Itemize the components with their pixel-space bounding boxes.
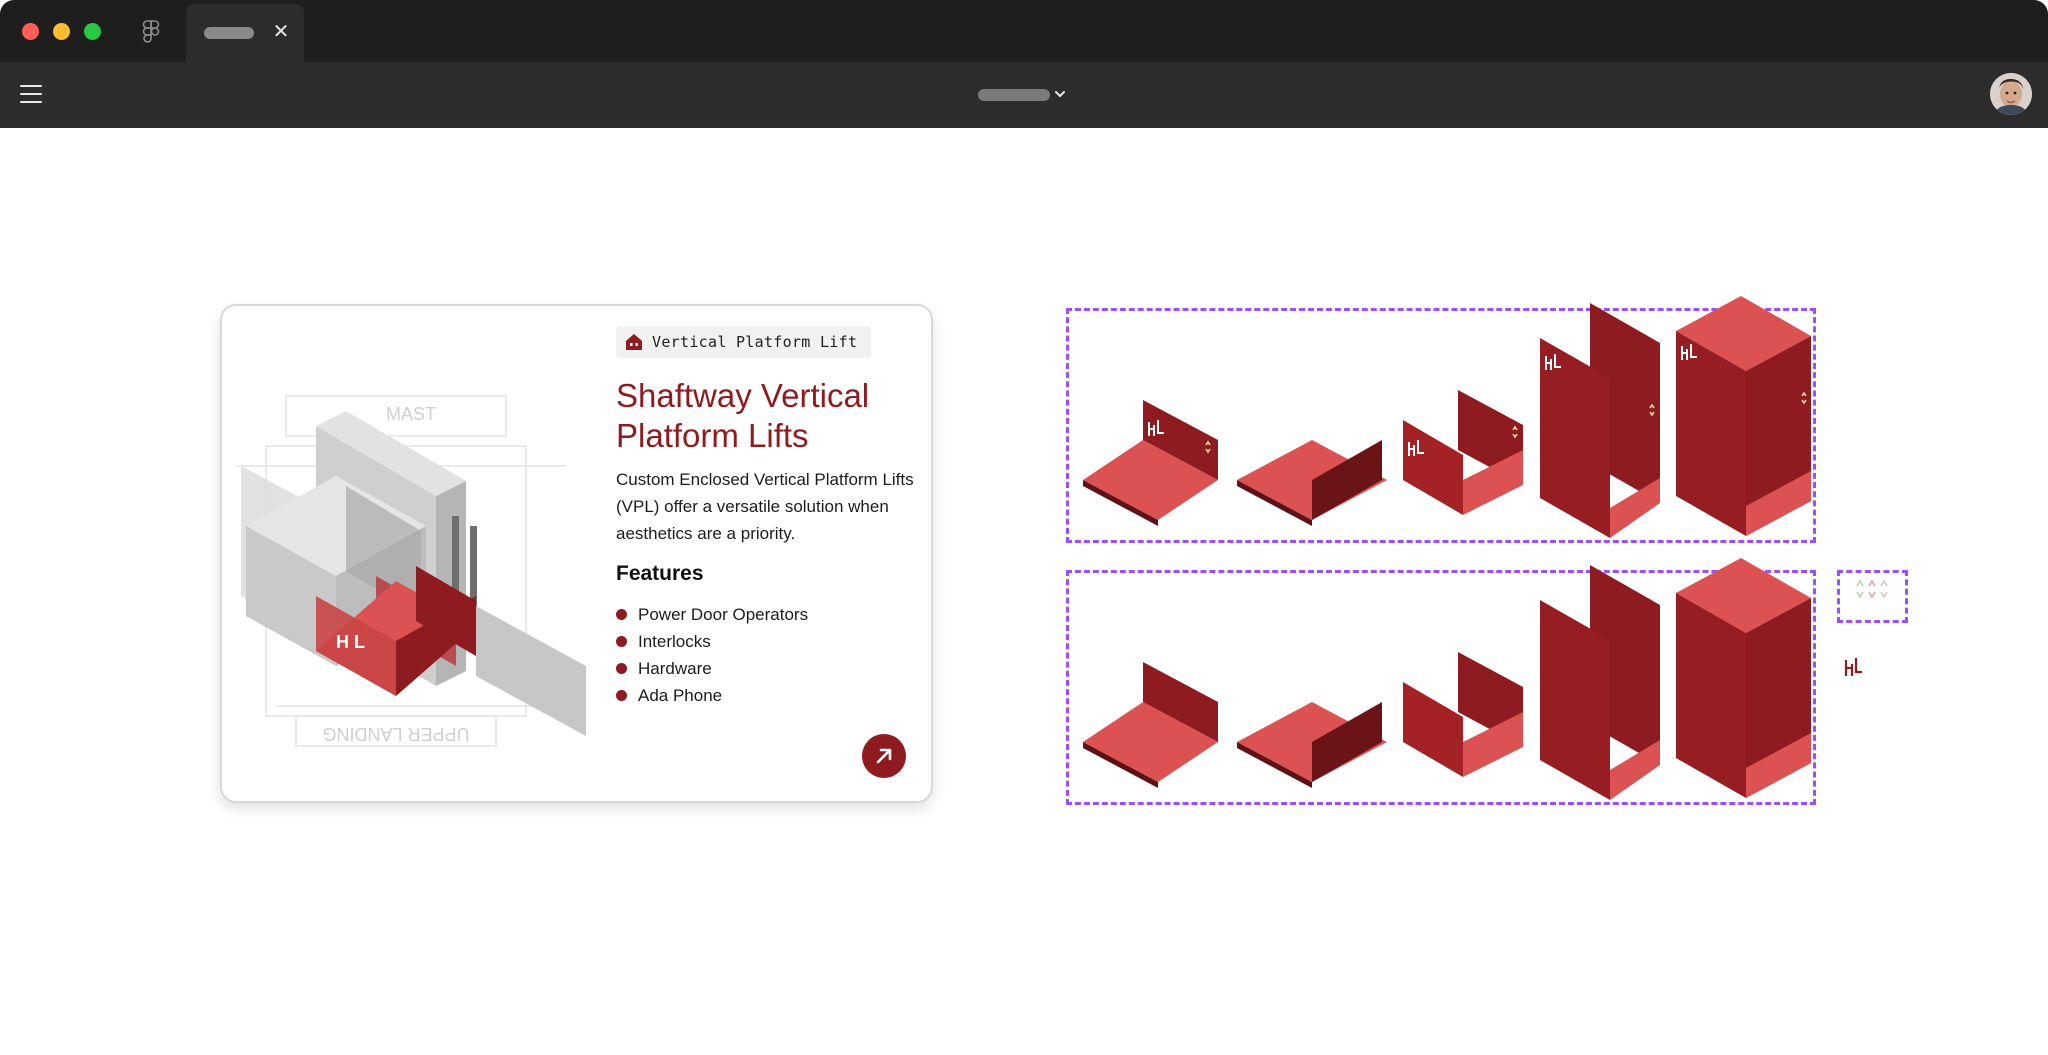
figma-window: ✕ MAST UPPER LANDING H L Vertical Platfo… [0,0,2048,1055]
direction-arrows-icon[interactable] [1856,579,1888,599]
lift-wall-left [1403,420,1463,515]
hl-logo-icon[interactable] [1844,658,1862,676]
lift-components [1083,296,1888,800]
lift-wall-left [1403,682,1463,777]
